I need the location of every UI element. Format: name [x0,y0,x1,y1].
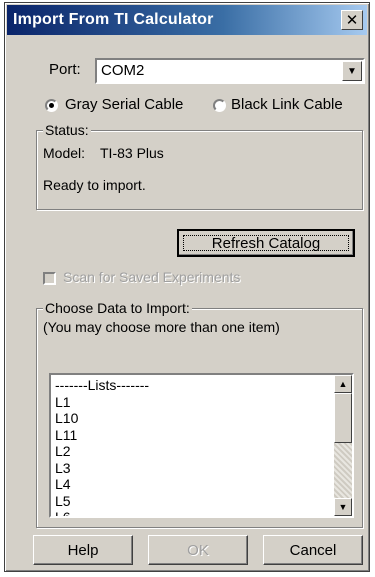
title-bar[interactable]: Import From TI Calculator ✕ [7,5,367,35]
list-item[interactable]: L4 [55,476,149,493]
gray-cable-radio[interactable] [45,99,58,112]
chevron-down-icon[interactable]: ▼ [342,61,362,81]
list-item[interactable]: L6 [55,509,149,516]
close-icon[interactable]: ✕ [341,10,363,30]
list-item[interactable]: L3 [55,460,149,477]
choose-data-label: Choose Data to Import: [43,300,192,316]
black-cable-label[interactable]: Black Link Cable [231,96,343,113]
scan-checkbox[interactable] [43,272,56,285]
model-label: Model: [43,145,86,161]
refresh-catalog-button[interactable]: Refresh Catalog [177,229,355,257]
status-message: Ready to import. [43,177,146,193]
help-button[interactable]: Help [33,535,133,565]
list-scrollbar[interactable]: ▲ ▼ [334,375,352,516]
list-item[interactable]: L2 [55,443,149,460]
port-select[interactable]: COM2 ▼ [95,58,365,84]
list-item-header: -------Lists------- [55,377,150,393]
choose-data-hint: (You may choose more than one item) [43,319,280,335]
list-item[interactable]: L1 [55,394,149,411]
status-group [36,130,363,210]
scroll-down-icon[interactable]: ▼ [334,498,352,516]
list-item[interactable]: L11 [55,427,149,444]
scroll-thumb[interactable] [334,393,352,443]
black-cable-radio[interactable] [213,99,226,112]
scan-checkbox-label: Scan for Saved Experiments [63,269,241,285]
status-group-label: Status: [43,122,91,138]
list-item[interactable]: L5 [55,493,149,510]
gray-cable-label[interactable]: Gray Serial Cable [65,96,183,113]
data-listbox[interactable]: -------Lists------- L1 L10 L11 L2 L3 L4 … [49,373,354,518]
list-items: -------Lists------- L1 L10 L11 L2 L3 L4 … [55,377,150,516]
list-item[interactable]: L10 [55,410,149,427]
window-title: Import From TI Calculator [13,11,214,28]
import-dialog: Import From TI Calculator ✕ Port: COM2 ▼… [4,2,370,572]
port-label: Port: [49,61,81,78]
model-value: TI-83 Plus [100,145,164,161]
port-value: COM2 [101,62,145,79]
ok-button[interactable]: OK [148,535,248,565]
scroll-up-icon[interactable]: ▲ [334,375,352,393]
radio-selected-dot [49,103,54,108]
cancel-button[interactable]: Cancel [263,535,363,565]
